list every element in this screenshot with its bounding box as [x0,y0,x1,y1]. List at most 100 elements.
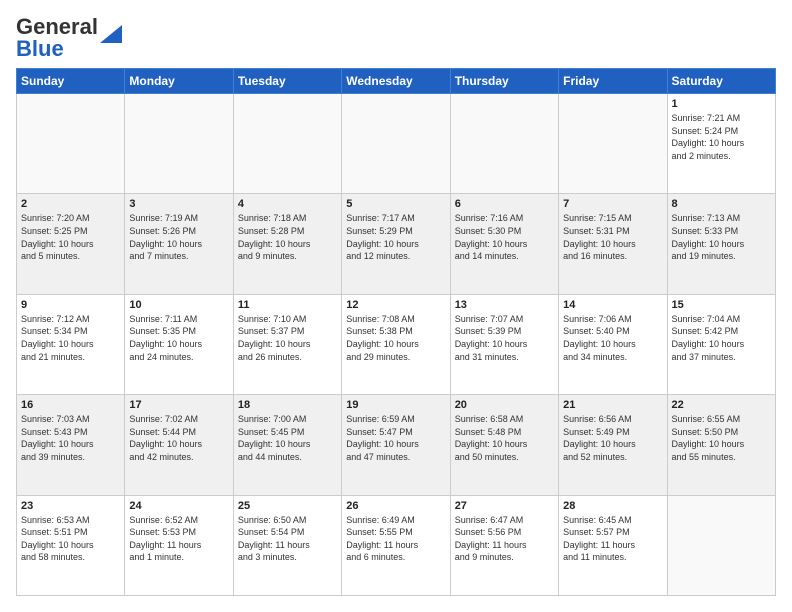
day-info: Sunrise: 6:45 AMSunset: 5:57 PMDaylight:… [563,514,662,564]
logo-text: General Blue [16,16,98,60]
day-number: 11 [238,299,337,311]
week-row-1: 1 Sunrise: 7:21 AMSunset: 5:24 PMDaylight… [17,94,776,194]
day-info: Sunrise: 7:15 AMSunset: 5:31 PMDaylight:… [563,212,662,262]
day-info: Sunrise: 6:59 AMSunset: 5:47 PMDaylight:… [346,413,445,463]
day-number: 28 [563,500,662,512]
day-number: 25 [238,500,337,512]
calendar-cell: 26 Sunrise: 6:49 AMSunset: 5:55 PMDayligh… [342,495,450,595]
calendar-cell [233,94,341,194]
day-number: 24 [129,500,228,512]
day-info: Sunrise: 7:20 AMSunset: 5:25 PMDaylight:… [21,212,120,262]
weekday-wednesday: Wednesday [342,69,450,94]
day-info: Sunrise: 7:08 AMSunset: 5:38 PMDaylight:… [346,313,445,363]
page: General Blue SundayMondayTuesdayWednesda… [0,0,792,612]
weekday-friday: Friday [559,69,667,94]
day-number: 21 [563,399,662,411]
day-info: Sunrise: 6:50 AMSunset: 5:54 PMDaylight:… [238,514,337,564]
day-number: 3 [129,198,228,210]
day-number: 9 [21,299,120,311]
day-info: Sunrise: 7:18 AMSunset: 5:28 PMDaylight:… [238,212,337,262]
calendar-cell: 1 Sunrise: 7:21 AMSunset: 5:24 PMDaylight… [667,94,775,194]
calendar-cell: 9Sunrise: 7:12 AMSunset: 5:34 PMDaylight… [17,294,125,394]
day-number: 5 [346,198,445,210]
day-info: Sunrise: 7:11 AMSunset: 5:35 PMDaylight:… [129,313,228,363]
day-number: 17 [129,399,228,411]
calendar-cell: 6 Sunrise: 7:16 AMSunset: 5:30 PMDaylight… [450,194,558,294]
day-info: Sunrise: 6:49 AMSunset: 5:55 PMDaylight:… [346,514,445,564]
calendar-cell [125,94,233,194]
calendar-cell: 20 Sunrise: 6:58 AMSunset: 5:48 PMDayligh… [450,395,558,495]
calendar-table: SundayMondayTuesdayWednesdayThursdayFrid… [16,68,776,596]
calendar-cell: 13Sunrise: 7:07 AMSunset: 5:39 PMDayligh… [450,294,558,394]
calendar-cell [342,94,450,194]
day-number: 19 [346,399,445,411]
calendar-cell [667,495,775,595]
day-info: Sunrise: 7:00 AMSunset: 5:45 PMDaylight:… [238,413,337,463]
calendar-cell: 28 Sunrise: 6:45 AMSunset: 5:57 PMDayligh… [559,495,667,595]
calendar-cell: 10 Sunrise: 7:11 AMSunset: 5:35 PMDayligh… [125,294,233,394]
day-info: Sunrise: 6:47 AMSunset: 5:56 PMDaylight:… [455,514,554,564]
week-row-3: 9Sunrise: 7:12 AMSunset: 5:34 PMDaylight… [17,294,776,394]
calendar-cell: 2Sunrise: 7:20 AMSunset: 5:25 PMDaylight… [17,194,125,294]
weekday-sunday: Sunday [17,69,125,94]
day-info: Sunrise: 6:53 AMSunset: 5:51 PMDaylight:… [21,514,120,564]
day-info: Sunrise: 6:52 AMSunset: 5:53 PMDaylight:… [129,514,228,564]
calendar-cell: 15 Sunrise: 7:04 AMSunset: 5:42 PMDayligh… [667,294,775,394]
calendar-cell: 19 Sunrise: 6:59 AMSunset: 5:47 PMDayligh… [342,395,450,495]
calendar-cell: 4Sunrise: 7:18 AMSunset: 5:28 PMDaylight… [233,194,341,294]
calendar-cell [559,94,667,194]
day-number: 7 [563,198,662,210]
day-number: 6 [455,198,554,210]
calendar-cell: 3 Sunrise: 7:19 AMSunset: 5:26 PMDaylight… [125,194,233,294]
calendar-cell: 12Sunrise: 7:08 AMSunset: 5:38 PMDayligh… [342,294,450,394]
calendar-cell [17,94,125,194]
calendar-cell: 27 Sunrise: 6:47 AMSunset: 5:56 PMDayligh… [450,495,558,595]
day-info: Sunrise: 7:13 AMSunset: 5:33 PMDaylight:… [672,212,771,262]
week-row-5: 23 Sunrise: 6:53 AMSunset: 5:51 PMDayligh… [17,495,776,595]
day-info: Sunrise: 7:06 AMSunset: 5:40 PMDaylight:… [563,313,662,363]
day-number: 26 [346,500,445,512]
day-number: 23 [21,500,120,512]
weekday-thursday: Thursday [450,69,558,94]
header: General Blue [16,16,776,60]
calendar-cell: 7 Sunrise: 7:15 AMSunset: 5:31 PMDaylight… [559,194,667,294]
day-info: Sunrise: 7:04 AMSunset: 5:42 PMDaylight:… [672,313,771,363]
day-info: Sunrise: 7:03 AMSunset: 5:43 PMDaylight:… [21,413,120,463]
day-number: 15 [672,299,771,311]
calendar-cell: 23 Sunrise: 6:53 AMSunset: 5:51 PMDayligh… [17,495,125,595]
weekday-tuesday: Tuesday [233,69,341,94]
day-info: Sunrise: 7:21 AMSunset: 5:24 PMDaylight:… [672,112,771,162]
logo-blue: Blue [16,36,64,61]
day-info: Sunrise: 7:19 AMSunset: 5:26 PMDaylight:… [129,212,228,262]
calendar-cell: 16 Sunrise: 7:03 AMSunset: 5:43 PMDayligh… [17,395,125,495]
day-info: Sunrise: 7:07 AMSunset: 5:39 PMDaylight:… [455,313,554,363]
day-number: 22 [672,399,771,411]
day-info: Sunrise: 6:58 AMSunset: 5:48 PMDaylight:… [455,413,554,463]
day-info: Sunrise: 6:55 AMSunset: 5:50 PMDaylight:… [672,413,771,463]
weekday-header-row: SundayMondayTuesdayWednesdayThursdayFrid… [17,69,776,94]
week-row-4: 16 Sunrise: 7:03 AMSunset: 5:43 PMDayligh… [17,395,776,495]
day-number: 10 [129,299,228,311]
calendar-cell [450,94,558,194]
calendar-cell: 22 Sunrise: 6:55 AMSunset: 5:50 PMDayligh… [667,395,775,495]
logo: General Blue [16,16,122,60]
day-info: Sunrise: 7:16 AMSunset: 5:30 PMDaylight:… [455,212,554,262]
day-number: 27 [455,500,554,512]
calendar-cell: 21 Sunrise: 6:56 AMSunset: 5:49 PMDayligh… [559,395,667,495]
calendar-cell: 17Sunrise: 7:02 AMSunset: 5:44 PMDayligh… [125,395,233,495]
calendar-cell: 18Sunrise: 7:00 AMSunset: 5:45 PMDayligh… [233,395,341,495]
day-number: 16 [21,399,120,411]
day-info: Sunrise: 6:56 AMSunset: 5:49 PMDaylight:… [563,413,662,463]
calendar-cell: 11 Sunrise: 7:10 AMSunset: 5:37 PMDayligh… [233,294,341,394]
weekday-monday: Monday [125,69,233,94]
calendar-cell: 25 Sunrise: 6:50 AMSunset: 5:54 PMDayligh… [233,495,341,595]
calendar-cell: 14 Sunrise: 7:06 AMSunset: 5:40 PMDayligh… [559,294,667,394]
logo-icon [100,25,122,43]
day-number: 14 [563,299,662,311]
day-number: 8 [672,198,771,210]
weekday-saturday: Saturday [667,69,775,94]
day-info: Sunrise: 7:10 AMSunset: 5:37 PMDaylight:… [238,313,337,363]
day-number: 1 [672,98,771,110]
calendar-cell: 8 Sunrise: 7:13 AMSunset: 5:33 PMDaylight… [667,194,775,294]
day-number: 20 [455,399,554,411]
